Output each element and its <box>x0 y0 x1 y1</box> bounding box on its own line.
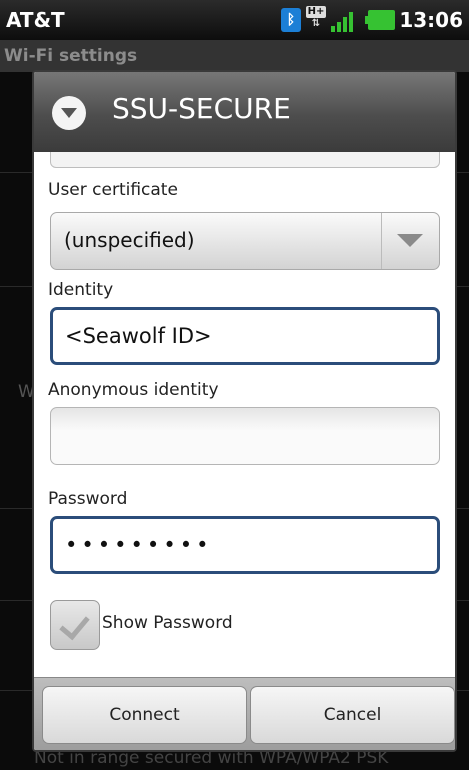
connect-button[interactable]: Connect <box>42 686 247 744</box>
previous-field[interactable] <box>50 152 440 168</box>
clock: 13:06 <box>399 8 463 32</box>
dialog-button-bar: Connect Cancel <box>34 677 455 750</box>
checkbox-icon[interactable] <box>50 600 100 650</box>
status-bar: AT&T ᛒ H+ ⇅ 13:06 <box>0 0 469 40</box>
wifi-lock-icon <box>52 96 86 130</box>
identity-label: Identity <box>48 280 114 300</box>
show-password-row[interactable]: Show Password <box>50 600 350 650</box>
password-label: Password <box>48 489 128 509</box>
user-certificate-select[interactable]: (unspecified) <box>50 212 440 270</box>
dialog-title: SSU-SECURE <box>112 92 291 125</box>
dialog-body[interactable]: User certificate (unspecified) Identity … <box>34 152 455 677</box>
dialog-header: SSU-SECURE <box>34 72 455 152</box>
battery-icon <box>365 10 395 30</box>
hplus-data-icon: H+ ⇅ <box>306 6 326 29</box>
spinner-arrow <box>381 213 439 269</box>
cancel-button[interactable]: Cancel <box>250 686 455 744</box>
user-certificate-label: User certificate <box>48 180 178 200</box>
network-dialog: SSU-SECURE User certificate (unspecified… <box>32 70 457 752</box>
anonymous-identity-label: Anonymous identity <box>48 380 219 400</box>
anonymous-identity-field[interactable] <box>50 407 440 465</box>
show-password-label: Show Password <box>102 613 233 633</box>
carrier-name: AT&T <box>6 8 65 32</box>
bluetooth-icon: ᛒ <box>281 8 301 32</box>
identity-field[interactable]: <Seawolf ID> <box>50 307 440 365</box>
settings-title: Wi-Fi settings <box>0 40 469 72</box>
signal-icon <box>331 10 357 32</box>
chevron-down-icon <box>397 234 423 247</box>
user-certificate-value: (unspecified) <box>64 228 195 252</box>
password-field[interactable]: ••••••••• <box>50 516 440 574</box>
